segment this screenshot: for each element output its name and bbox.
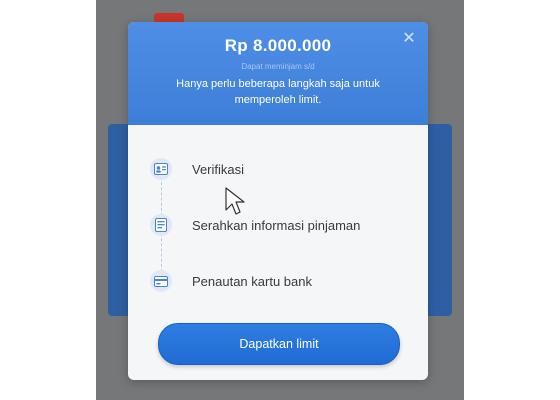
limit-amount: Rp 8.000.000 bbox=[224, 36, 332, 55]
dialog-header: ✕ Rp 8.000.000 Dapat meminjam s/d Hanya … bbox=[128, 22, 428, 125]
step-kartu-bank[interactable]: Penautan kartu bank bbox=[150, 269, 420, 293]
limit-dialog: ✕ Rp 8.000.000 Dapat meminjam s/d Hanya … bbox=[128, 22, 428, 380]
step-informasi-pinjaman[interactable]: Serahkan informasi pinjaman bbox=[150, 213, 420, 237]
step-label: Penautan kartu bank bbox=[192, 273, 312, 289]
step-verifikasi[interactable]: Verifikasi bbox=[150, 157, 420, 181]
limit-sublabel: Dapat meminjam s/d bbox=[241, 62, 315, 71]
document-icon bbox=[150, 214, 172, 236]
get-limit-button[interactable]: Dapatkan limit bbox=[158, 323, 400, 365]
step-label: Verifikasi bbox=[192, 161, 245, 177]
step-label: Serahkan informasi pinjaman bbox=[192, 217, 361, 233]
dialog-description: Hanya perlu beberapa langkah saja untuk … bbox=[176, 78, 380, 106]
steps-list: Verifikasi Serahkan informasi pinjaman P… bbox=[128, 125, 428, 315]
bank-card-icon bbox=[150, 270, 172, 292]
id-card-icon bbox=[150, 158, 172, 180]
mouse-cursor-icon bbox=[225, 187, 245, 215]
